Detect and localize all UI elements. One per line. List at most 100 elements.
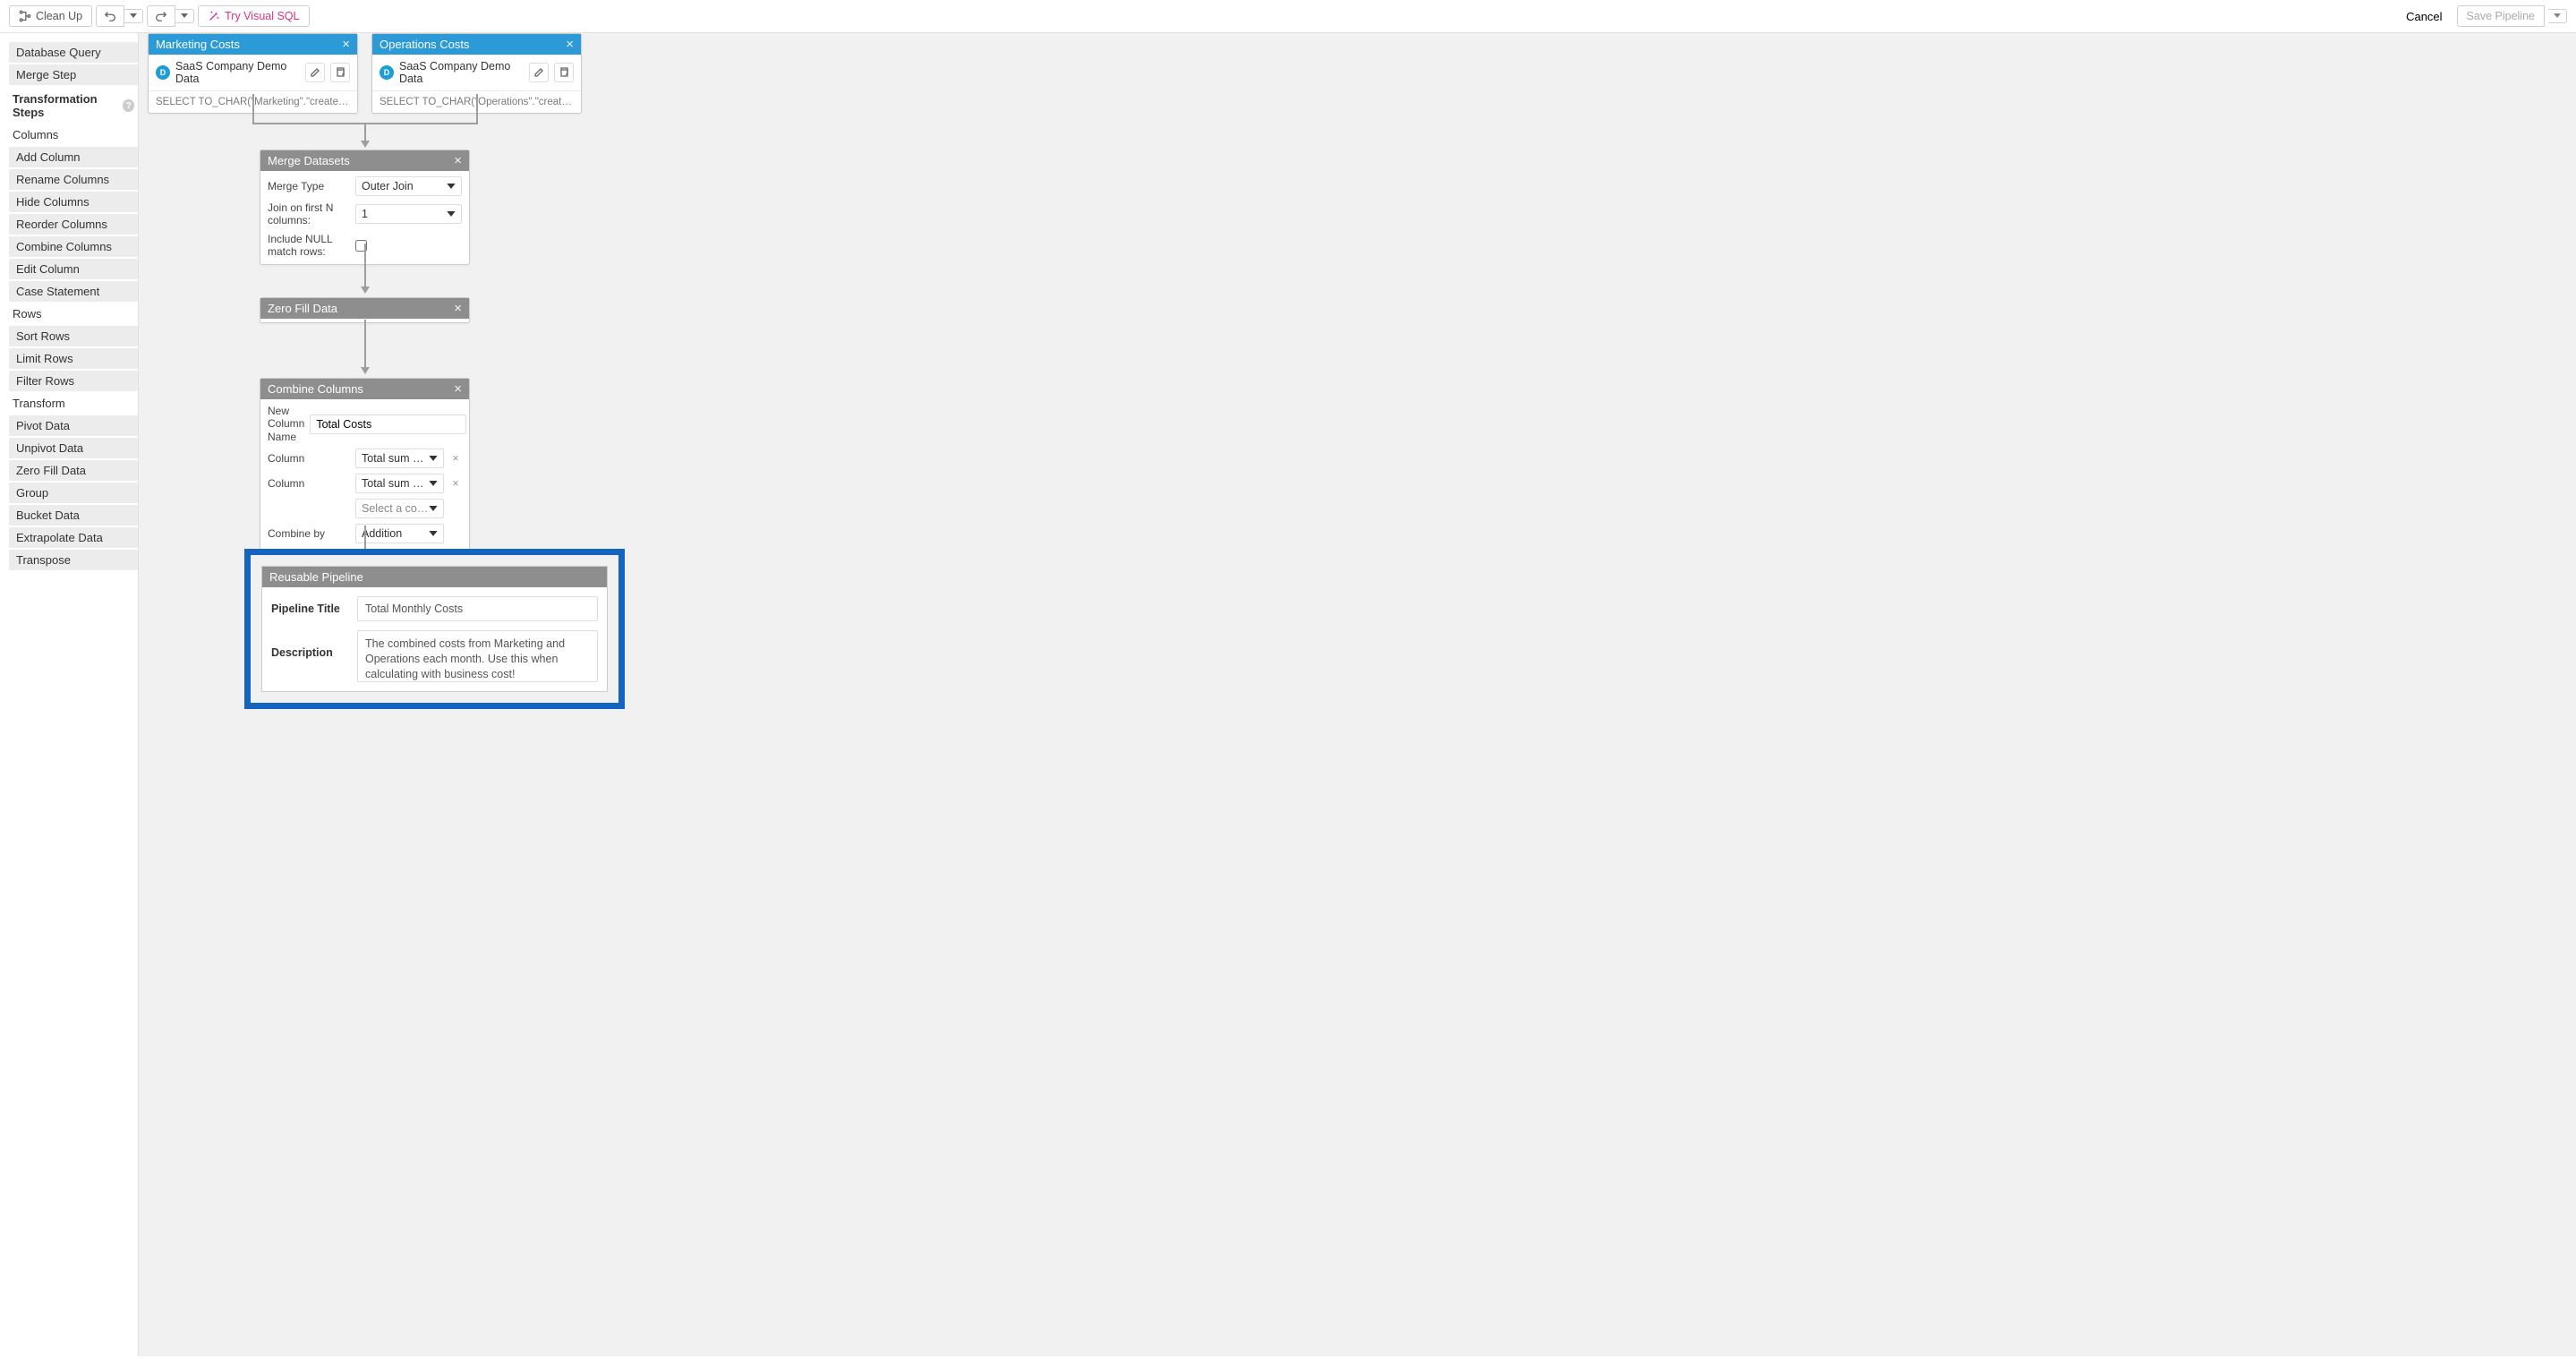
sidebar-item-database-query[interactable]: Database Query [9,42,138,63]
include-null-label: Include NULL match rows: [268,233,350,259]
close-icon[interactable]: × [342,38,350,51]
sidebar-item-group[interactable]: Group [9,483,138,503]
caret-down-icon [447,211,456,218]
node-title: Marketing Costs [156,38,240,51]
node-header[interactable]: Reusable Pipeline [262,567,607,587]
close-icon[interactable]: × [454,154,462,167]
connector [364,244,366,288]
sidebar-item-sort-rows[interactable]: Sort Rows [9,326,138,346]
arrow-icon [361,286,370,294]
select-value: Total sum of Amount [362,477,429,490]
caret-down-icon [429,531,438,537]
close-icon[interactable]: × [454,302,462,315]
caret-down-icon [429,481,438,487]
undo-button[interactable] [96,5,124,27]
caret-down-icon [181,13,188,19]
copy-button[interactable] [330,63,350,82]
save-pipeline-dropdown[interactable] [2548,9,2567,23]
redo-dropdown[interactable] [175,9,194,23]
sidebar-item-hide-columns[interactable]: Hide Columns [9,192,138,212]
cancel-button[interactable]: Cancel [2399,6,2449,27]
merge-type-label: Merge Type [268,180,350,192]
select-value: Outer Join [362,180,414,192]
sidebar-item-rename-columns[interactable]: Rename Columns [9,169,138,190]
node-reusable-pipeline[interactable]: Reusable Pipeline Pipeline Title Descrip… [261,566,608,692]
join-n-select[interactable]: 1 [355,204,462,224]
sidebar-item-combine-columns[interactable]: Combine Columns [9,236,138,257]
arrow-icon [361,141,370,148]
sidebar-item-reorder-columns[interactable]: Reorder Columns [9,214,138,235]
node-title: Merge Datasets [268,154,350,167]
caret-down-icon [429,506,438,512]
branch-icon [19,10,31,22]
new-column-name-label: New Column Name [268,405,304,443]
help-icon[interactable]: ? [123,99,134,112]
column-label: Column [268,477,350,490]
description-label: Description [271,630,352,659]
pipeline-canvas[interactable]: Marketing Costs × D SaaS Company Demo Da… [139,33,2576,1356]
connector [364,320,366,369]
sidebar-item-transpose[interactable]: Transpose [9,550,138,570]
try-visual-sql-button[interactable]: Try Visual SQL [198,5,309,27]
save-pipeline-button[interactable]: Save Pipeline [2457,5,2545,27]
undo-dropdown[interactable] [124,9,143,23]
sidebar-item-add-column[interactable]: Add Column [9,147,138,167]
cleanup-label: Clean Up [36,10,82,22]
sidebar-item-filter-rows[interactable]: Filter Rows [9,371,138,391]
sidebar-item-case-statement[interactable]: Case Statement [9,281,138,302]
merge-type-select[interactable]: Outer Join [355,176,462,196]
redo-button[interactable] [147,5,175,27]
pipeline-title-input[interactable] [357,596,598,621]
remove-column-icon[interactable]: × [449,452,462,465]
sidebar-item-merge-step[interactable]: Merge Step [9,64,138,85]
close-icon[interactable]: × [454,382,462,396]
new-column-name-input[interactable] [310,415,466,434]
node-header[interactable]: Marketing Costs × [149,34,357,55]
caret-down-icon [447,184,456,190]
sidebar-subhead-columns: Columns [9,124,138,145]
toolbar: Clean Up Try Visual SQL Cancel Save Pipe… [0,0,2576,33]
node-title: Combine Columns [268,382,363,396]
copy-button[interactable] [554,63,574,82]
copy-icon [335,67,345,78]
node-header[interactable]: Zero Fill Data × [260,298,469,319]
sidebar-item-limit-rows[interactable]: Limit Rows [9,348,138,369]
select-value: Total sum of Cost [362,452,429,465]
sidebar-subhead-rows: Rows [9,303,138,324]
select-value: 1 [362,208,368,220]
close-icon[interactable]: × [566,38,574,51]
sidebar-subhead-transform: Transform [9,393,138,414]
column-1-select[interactable]: Total sum of Cost [355,449,444,468]
reusable-pipeline-highlight: Reusable Pipeline Pipeline Title Descrip… [244,549,625,709]
sidebar-item-unpivot-data[interactable]: Unpivot Data [9,438,138,458]
node-header[interactable]: Operations Costs × [372,34,581,55]
datasource-name: SaaS Company Demo Data [175,60,300,85]
caret-down-icon [130,13,137,19]
column-3-select[interactable]: Select a column [355,499,444,518]
combine-by-select[interactable]: Addition [355,524,444,543]
remove-column-icon[interactable]: × [449,477,462,490]
select-value: Addition [362,527,402,540]
column-label: Column [268,452,350,465]
sidebar-item-zero-fill-data[interactable]: Zero Fill Data [9,460,138,481]
caret-down-icon [2554,13,2561,19]
node-title: Reusable Pipeline [269,570,363,584]
node-header[interactable]: Merge Datasets × [260,150,469,171]
node-header[interactable]: Combine Columns × [260,379,469,399]
datasource-icon: D [156,65,170,80]
description-input[interactable] [357,630,598,682]
edit-button[interactable] [529,63,549,82]
sidebar-item-bucket-data[interactable]: Bucket Data [9,505,138,526]
edit-button[interactable] [305,63,325,82]
cleanup-button[interactable]: Clean Up [9,5,92,27]
sidebar: Database Query Merge Step Transformation… [0,33,139,1356]
sidebar-item-edit-column[interactable]: Edit Column [9,259,138,279]
sidebar-item-extrapolate-data[interactable]: Extrapolate Data [9,527,138,548]
redo-icon [155,10,167,22]
column-2-select[interactable]: Total sum of Amount [355,474,444,493]
join-n-label: Join on first N columns: [268,201,350,227]
arrow-icon [361,367,370,374]
sidebar-item-pivot-data[interactable]: Pivot Data [9,415,138,436]
undo-icon [104,10,116,22]
datasource-icon: D [380,65,394,80]
